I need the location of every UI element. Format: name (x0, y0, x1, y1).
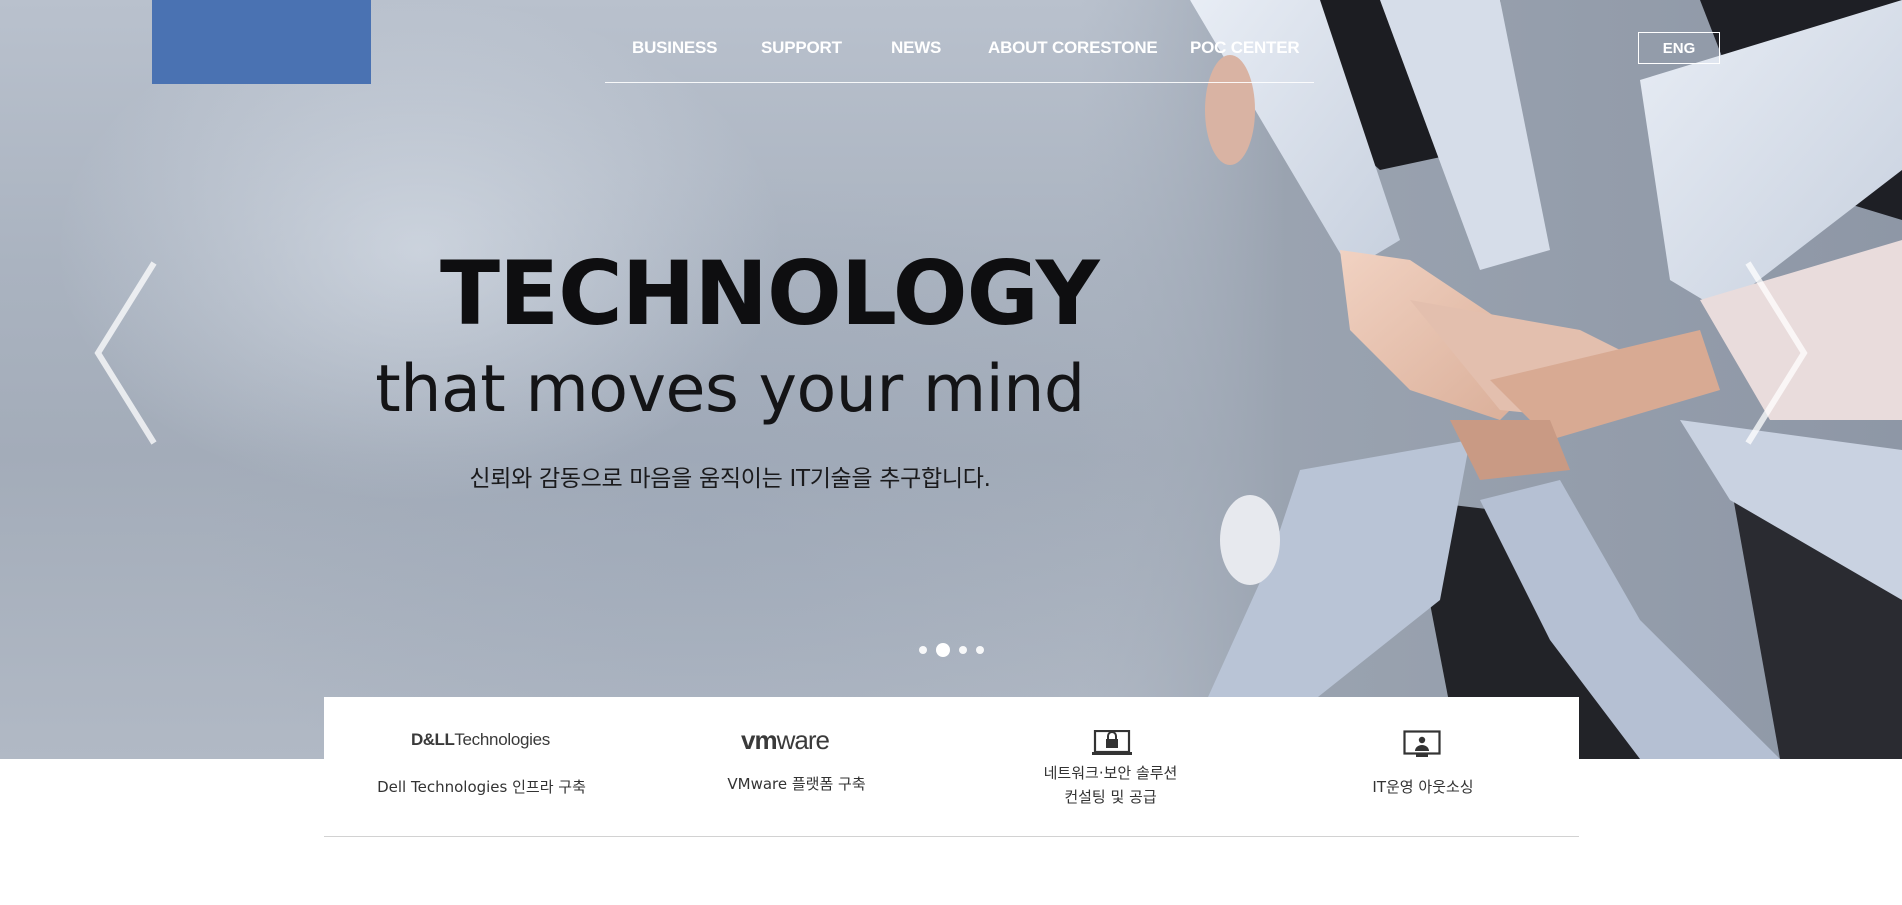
company-logo[interactable] (152, 0, 371, 84)
slide-dot-3[interactable] (959, 646, 967, 654)
service-label-line1: 네트워크·보안 솔루션 (1043, 764, 1178, 782)
hero-subheadline: that moves your mind (375, 352, 1085, 427)
dell-technologies-logo: D&LLTechnologies (411, 730, 550, 749)
service-dell-technologies[interactable]: D&LLTechnologies Dell Technologies 인프라 구… (324, 697, 639, 837)
slide-pagination (919, 642, 984, 658)
slide-dot-2-active[interactable] (936, 643, 950, 657)
main-navigation: BUSINESS SUPPORT NEWS ABOUT CORESTONE PO… (605, 0, 1314, 83)
service-label: IT운영 아웃소싱 (1372, 778, 1474, 796)
service-network-security[interactable]: 네트워크·보안 솔루션 컨설팅 및 공급 (954, 697, 1267, 837)
nav-item-poc-center[interactable]: POC CENTER (1190, 38, 1300, 58)
hero-headline: TECHNOLOGY (440, 242, 1100, 345)
language-toggle-button[interactable]: ENG (1638, 32, 1720, 64)
prev-slide-arrow-icon[interactable] (92, 258, 162, 448)
services-strip: D&LLTechnologies Dell Technologies 인프라 구… (324, 697, 1579, 837)
nav-item-news[interactable]: NEWS (891, 38, 941, 58)
service-label-line2: 컨설팅 및 공급 (1064, 788, 1157, 806)
nav-item-business[interactable]: BUSINESS (632, 38, 718, 58)
vmware-logo: vmware (741, 725, 830, 755)
hero-tagline: 신뢰와 감동으로 마음을 움직이는 IT기술을 추구합니다. (469, 466, 991, 492)
hero-banner: BUSINESS SUPPORT NEWS ABOUT CORESTONE PO… (0, 0, 1902, 759)
nav-item-about-corestone[interactable]: ABOUT CORESTONE (988, 38, 1158, 58)
slide-dot-4[interactable] (976, 646, 984, 654)
user-monitor-icon (1403, 730, 1441, 757)
nav-item-support[interactable]: SUPPORT (761, 38, 842, 58)
service-it-outsourcing[interactable]: IT운영 아웃소싱 (1267, 697, 1579, 837)
service-label: VMware 플랫폼 구축 (727, 775, 866, 793)
next-slide-arrow-icon[interactable] (1740, 258, 1810, 448)
lock-laptop-icon (1092, 730, 1132, 755)
service-label: Dell Technologies 인프라 구축 (377, 778, 586, 796)
slide-dot-1[interactable] (919, 646, 927, 654)
service-vmware[interactable]: vmware VMware 플랫폼 구축 (639, 697, 954, 837)
